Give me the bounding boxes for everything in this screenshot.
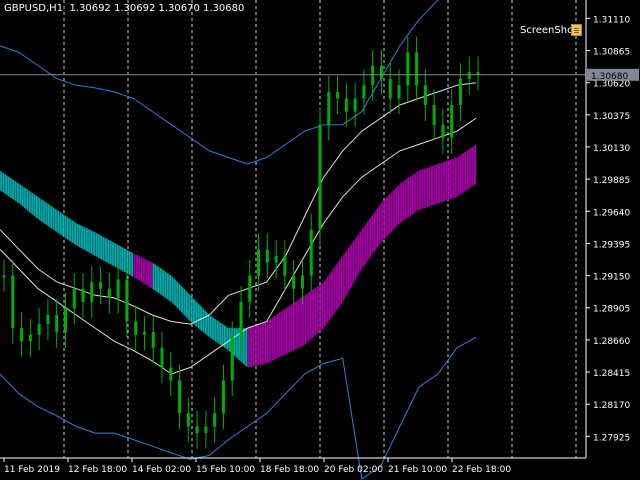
candle-body — [169, 367, 173, 381]
candle-body — [458, 78, 462, 105]
candle-body — [362, 85, 366, 99]
candle-body — [283, 255, 287, 276]
candle-body — [213, 413, 217, 427]
candle-body — [292, 275, 296, 289]
candle-body — [20, 328, 24, 342]
candle-body — [248, 275, 252, 302]
candle-body — [388, 78, 392, 99]
price-tick-label: 1.28905 — [593, 305, 630, 315]
time-tick-label: 21 Feb 10:00 — [388, 465, 447, 475]
candle-body — [37, 324, 41, 335]
candle-body — [142, 332, 146, 335]
candle-body — [327, 91, 331, 125]
candle-body — [81, 288, 85, 302]
candle-body — [186, 413, 190, 427]
candle-body — [11, 275, 15, 329]
ohlc-label: 1.30692 1.30692 1.30670 1.30680 — [69, 3, 245, 14]
price-tick-label: 1.29885 — [593, 176, 630, 186]
candle-body — [344, 98, 348, 112]
candle-body — [353, 98, 357, 112]
price-tick-label: 1.27925 — [593, 433, 630, 443]
candle-body — [257, 249, 261, 276]
candle-body — [72, 288, 76, 309]
candle-body — [55, 314, 59, 333]
price-tick-label: 1.29395 — [593, 240, 630, 250]
candle-body — [318, 124, 322, 230]
time-tick-label: 18 Feb 18:00 — [260, 465, 319, 475]
candle-body — [467, 72, 471, 79]
candle-body — [134, 321, 138, 335]
time-tick-label: 12 Feb 18:00 — [68, 465, 127, 475]
price-tick-label: 1.31110 — [593, 15, 630, 25]
candle-body — [99, 282, 103, 289]
price-tick-label: 1.30865 — [593, 48, 630, 58]
candle-body — [125, 279, 129, 322]
candle-body — [230, 337, 234, 381]
time-tick-label: 20 Feb 02:00 — [324, 465, 383, 475]
candle-body — [423, 85, 427, 105]
candle-body — [107, 288, 111, 298]
candle-body — [90, 282, 94, 302]
candle-body — [63, 308, 67, 333]
price-tick-label: 1.28170 — [593, 401, 630, 411]
candle-body — [300, 275, 304, 289]
candle-body — [160, 347, 164, 368]
candle-body — [450, 104, 454, 138]
price-tick-label: 1.28660 — [593, 337, 630, 347]
candle-body — [379, 65, 383, 79]
candle-body — [265, 249, 269, 263]
candle-body — [239, 301, 243, 338]
current-price-label: 1.30680 — [591, 72, 628, 82]
price-tick-label: 1.30375 — [593, 112, 630, 122]
candle-body — [432, 104, 436, 125]
symbol-label: GBPUSD,H1 — [4, 3, 64, 14]
candle-body — [204, 426, 208, 434]
candle-body — [274, 255, 278, 263]
chart-header: GBPUSD,H1 1.30692 1.30692 1.30670 1.3068… — [4, 3, 244, 14]
candle-body — [28, 334, 32, 342]
time-tick-label: 15 Feb 10:00 — [196, 465, 255, 475]
candle-body — [151, 332, 155, 348]
price-tick-label: 1.28415 — [593, 369, 630, 379]
price-tick-label: 1.30130 — [593, 144, 630, 154]
time-tick-label: 14 Feb 02:00 — [132, 465, 191, 475]
price-chart[interactable]: 1.311101.308651.306201.303751.301301.298… — [0, 0, 640, 480]
candle-body — [371, 65, 375, 86]
price-tick-label: 1.29640 — [593, 208, 630, 218]
candle-body — [46, 314, 50, 325]
candle-body — [309, 229, 313, 276]
candle-body — [178, 380, 182, 414]
time-tick-label: 11 Feb 2019 — [4, 465, 60, 475]
price-tick-label: 1.29150 — [593, 273, 630, 283]
candle-body — [336, 91, 340, 99]
candle-body — [221, 380, 225, 414]
candle-body — [195, 426, 199, 434]
candle-body — [441, 124, 445, 138]
candle-body — [116, 279, 120, 298]
candle-body — [406, 52, 410, 86]
screenshot-label[interactable]: ScreenShot — [520, 25, 577, 36]
candle-body — [397, 85, 401, 99]
candle-body — [415, 52, 419, 86]
time-tick-label: 22 Feb 18:00 — [452, 465, 511, 475]
candle-body — [2, 275, 6, 278]
screenshot-icon[interactable] — [571, 24, 582, 36]
